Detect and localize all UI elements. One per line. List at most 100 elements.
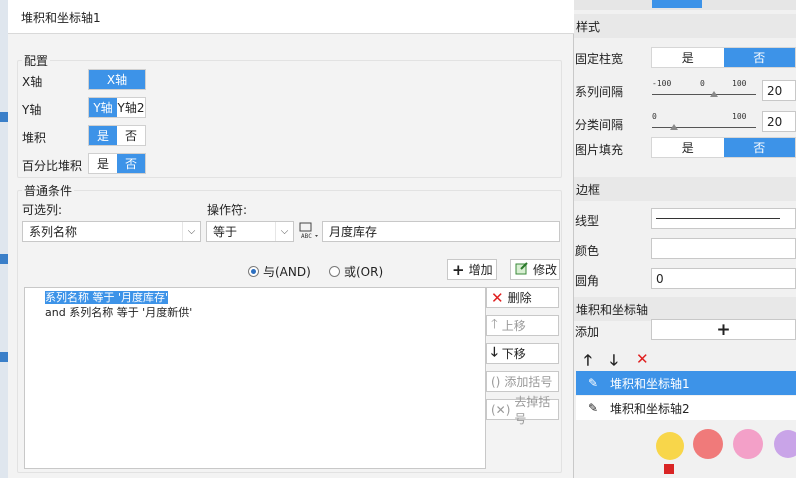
- remove-bracket-button[interactable]: (✕) 去掉括号: [486, 395, 559, 426]
- percent-stack-label: 百分比堆积: [22, 159, 83, 173]
- series-gap-min: -100: [652, 79, 672, 88]
- plus-icon: +: [452, 260, 465, 279]
- add-stack-label: 添加: [575, 325, 600, 339]
- y-axis-option-2[interactable]: Y轴2: [117, 98, 145, 117]
- stack-list-item-2[interactable]: ✎ 堆积和坐标轴2: [576, 396, 796, 420]
- chevron-down-icon: ⌵: [182, 222, 200, 241]
- modify-condition-label: 修改: [533, 263, 558, 277]
- remove-bracket-icon: (✕): [491, 402, 511, 417]
- pencil-icon: ✎: [587, 401, 599, 415]
- image-fill-toggle: 是 否: [651, 137, 796, 158]
- value-type-icon[interactable]: ABC: [298, 221, 320, 242]
- line-type-label: 线型: [575, 214, 600, 228]
- fixed-width-yes[interactable]: 是: [652, 48, 724, 67]
- logic-or-label: 或(OR): [344, 265, 384, 279]
- background-window-edge: [0, 0, 8, 478]
- plus-icon: +: [716, 319, 731, 340]
- edit-icon: [515, 261, 529, 278]
- svg-text:ABC: ABC: [301, 233, 312, 240]
- stack-no[interactable]: 否: [117, 126, 145, 145]
- delete-x-icon[interactable]: ✕: [636, 350, 649, 368]
- condition-row[interactable]: and 系列名称 等于 '月度新供': [45, 304, 192, 320]
- add-condition-label: 增加: [468, 263, 493, 277]
- radio-checked-icon: [248, 266, 259, 277]
- move-down-button[interactable]: 🡓 下移: [486, 343, 559, 364]
- color-label: 颜色: [575, 244, 600, 258]
- arrow-down-icon: 🡓: [491, 344, 498, 360]
- add-bracket-label: 添加括号: [504, 375, 553, 389]
- column-select[interactable]: 系列名称 ⌵: [22, 221, 201, 242]
- category-gap-label: 分类间隔: [575, 118, 624, 132]
- category-gap-spinner[interactable]: 20: [762, 111, 796, 132]
- stack-toggle: 是 否: [88, 125, 146, 146]
- pencil-icon: ✎: [587, 376, 599, 390]
- series-gap-slider[interactable]: -100 0 100: [652, 79, 756, 103]
- series-gap-spinner[interactable]: 20: [762, 80, 796, 101]
- y-axis-selector: Y轴 Y轴2: [88, 97, 146, 118]
- add-stack-button[interactable]: +: [651, 319, 796, 340]
- property-panel: 样式 固定柱宽 是 否 系列间隔 -100 0 100 20 分类间隔 0 10…: [574, 0, 796, 478]
- color-picker[interactable]: [651, 238, 796, 259]
- x-axis-selector: X轴: [88, 69, 146, 90]
- series-gap-max: 100: [732, 79, 747, 88]
- condition-row[interactable]: 系列名称 等于 '月度库存': [45, 289, 169, 305]
- delete-condition-button[interactable]: ✕ 删除: [486, 287, 559, 308]
- percent-stack-no[interactable]: 否: [117, 154, 145, 173]
- stack-axis-dialog: 堆积和坐标轴1 配置 X轴 X轴 Y轴 Y轴 Y轴2 堆积 是 否 百分比堆积 …: [8, 0, 574, 478]
- condition-value-text: 月度库存: [329, 225, 378, 239]
- y-axis-option-1[interactable]: Y轴: [89, 98, 117, 117]
- border-section-header[interactable]: 边框: [574, 177, 796, 201]
- column-select-value: 系列名称: [29, 225, 78, 239]
- percent-stack-yes[interactable]: 是: [89, 154, 117, 173]
- line-type-select[interactable]: [651, 208, 796, 229]
- corner-radius-input[interactable]: 0: [651, 268, 796, 289]
- line-sample: [656, 218, 780, 219]
- category-gap-slider[interactable]: 0 100: [652, 112, 756, 136]
- condition-list[interactable]: 系列名称 等于 '月度库存' and 系列名称 等于 '月度新供': [24, 287, 486, 469]
- image-fill-no[interactable]: 否: [723, 138, 795, 157]
- add-condition-button[interactable]: + 增加: [447, 259, 497, 280]
- stack-axis-section-header[interactable]: 堆积和坐标轴: [574, 297, 796, 321]
- style-section-header[interactable]: 样式: [574, 14, 796, 38]
- x-axis-label: X轴: [22, 75, 43, 89]
- logic-and-radio[interactable]: 与(AND): [248, 263, 311, 280]
- arrow-up-icon: 🡑: [491, 316, 498, 332]
- corner-label: 圆角: [575, 274, 600, 288]
- category-gap-min: 0: [652, 112, 657, 121]
- move-down-label: 下移: [501, 347, 526, 361]
- config-group-title: 配置: [22, 52, 51, 69]
- fixed-width-toggle: 是 否: [651, 47, 796, 68]
- operator-select[interactable]: 等于 ⌵: [206, 221, 294, 242]
- image-fill-label: 图片填充: [575, 143, 624, 157]
- stack-yes[interactable]: 是: [89, 126, 117, 145]
- operator-label: 操作符:: [207, 203, 248, 217]
- fixed-width-no[interactable]: 否: [723, 48, 795, 67]
- condition-value-input[interactable]: 月度库存: [322, 221, 560, 242]
- image-fill-yes[interactable]: 是: [652, 138, 724, 157]
- dialog-title-bar: 堆积和坐标轴1: [8, 0, 574, 34]
- available-columns-label: 可选列:: [22, 203, 63, 217]
- fixed-width-label: 固定柱宽: [575, 52, 624, 66]
- percent-stack-toggle: 是 否: [88, 153, 146, 174]
- radio-unchecked-icon: [329, 266, 340, 277]
- category-gap-thumb[interactable]: [670, 124, 678, 130]
- add-bracket-button[interactable]: () 添加括号: [486, 371, 559, 392]
- move-up-label: 上移: [501, 319, 526, 333]
- logic-and-label: 与(AND): [263, 265, 311, 279]
- top-tab-strip: [574, 0, 796, 10]
- delete-x-icon: ✕: [491, 288, 504, 307]
- decorative-mascots: [650, 420, 796, 478]
- series-gap-mid: 0: [700, 79, 705, 88]
- series-gap-label: 系列间隔: [575, 85, 624, 99]
- stack-list-item-1[interactable]: ✎ 堆积和坐标轴1: [576, 371, 796, 395]
- condition-group-title: 普通条件: [22, 182, 75, 199]
- chevron-down-icon: ⌵: [275, 222, 293, 241]
- bracket-icon: (): [491, 374, 501, 389]
- x-axis-option[interactable]: X轴: [89, 70, 145, 89]
- operator-select-value: 等于: [213, 225, 238, 239]
- delete-label: 删除: [507, 291, 532, 305]
- modify-condition-button[interactable]: 修改: [510, 259, 560, 280]
- series-gap-thumb[interactable]: [710, 91, 718, 97]
- move-up-button[interactable]: 🡑 上移: [486, 315, 559, 336]
- logic-or-radio[interactable]: 或(OR): [329, 263, 383, 280]
